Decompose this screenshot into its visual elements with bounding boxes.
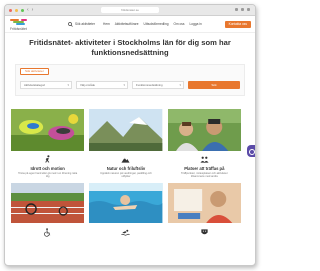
minimize-window-icon[interactable] <box>15 8 18 12</box>
forward-arrow-icon[interactable]: › <box>32 7 34 13</box>
close-window-icon[interactable] <box>9 8 12 12</box>
card-swimming[interactable] <box>89 183 163 237</box>
card-meeting-places[interactable]: Platser att träffas på Träffpunkter, möt… <box>167 109 241 179</box>
header-search-link[interactable]: Sök aktiviteter <box>68 21 96 27</box>
culture-photo <box>167 183 241 223</box>
search-button[interactable]: Sök <box>188 81 240 89</box>
share-icon[interactable] <box>235 8 238 11</box>
site-logo[interactable]: Fritidsnätet <box>10 18 34 31</box>
back-arrow-icon[interactable]: ‹ <box>27 7 29 13</box>
maximize-window-icon[interactable] <box>21 8 24 12</box>
nav-item-providers[interactable]: Aktivitetsutförare <box>115 22 139 26</box>
card-image-track <box>11 183 85 223</box>
swim-photo <box>89 183 163 223</box>
card-desc: Träffpunkter, mötesplatser och aktivitet… <box>180 172 228 179</box>
logo-text: Fritidsnätet <box>10 26 27 31</box>
main-nav: Hem Aktivitetsutförare Utbudsförmedling … <box>103 22 202 26</box>
nav-item-about[interactable]: Om oss <box>174 22 185 26</box>
nav-item-mediation[interactable]: Utbudsförmedling <box>144 22 169 26</box>
card-sport[interactable]: Idrott och motion Träna på egen hand ell… <box>11 109 85 179</box>
card-image-sport <box>11 109 85 151</box>
site-header: Fritidsnätet Sök aktiviteter Hem Aktivit… <box>5 16 255 33</box>
running-person-icon <box>45 155 50 163</box>
area-select[interactable]: Välj område <box>76 81 128 89</box>
card-title: Natur och friluftsliv <box>106 166 146 171</box>
browser-actions <box>235 8 250 11</box>
wheelchair-icon <box>44 228 51 237</box>
contact-button[interactable]: Kontakta oss <box>224 21 251 28</box>
add-tab-icon[interactable] <box>241 8 244 11</box>
nav-item-login[interactable]: Logga in <box>189 22 201 26</box>
activity-search-panel: Sök aktiviteter Aktivitetskategori Välj … <box>15 64 245 96</box>
nav-item-home[interactable]: Hem <box>103 22 110 26</box>
tab-search-activities[interactable]: Sök aktiviteter <box>20 68 49 75</box>
swimmer-icon <box>121 229 131 236</box>
people-group-icon <box>200 156 209 163</box>
browser-toolbar: ‹ › fritidsnatet.se <box>5 5 255 16</box>
nature-photo <box>89 109 163 151</box>
card-image-meeting <box>167 109 241 151</box>
tabs-icon[interactable] <box>247 8 250 11</box>
disability-select[interactable]: Funktionsnedsättning <box>132 81 184 89</box>
card-image-nature <box>89 109 163 151</box>
filter-row: Aktivitetskategori Välj område Funktions… <box>20 81 240 89</box>
card-desc: Träna på egen hand eller gå med i en för… <box>18 172 78 179</box>
meeting-photo <box>167 109 241 151</box>
address-bar[interactable]: fritidsnatet.se <box>101 7 159 13</box>
card-image-swim <box>89 183 163 223</box>
sport-photo <box>11 109 85 151</box>
header-search-label: Sök aktiviteter <box>75 22 96 26</box>
search-icon <box>68 21 73 27</box>
card-desc: Upptäck naturen på vandringar, paddling … <box>100 172 152 179</box>
card-title: Idrott och motion <box>30 166 65 171</box>
mountain-icon <box>121 157 131 163</box>
hero: Fritidsnätet- aktiviteter i Stockholms l… <box>5 33 255 58</box>
card-image-culture <box>167 183 241 223</box>
category-select[interactable]: Aktivitetskategori <box>20 81 72 89</box>
category-cards: Idrott och motion Träna på egen hand ell… <box>11 109 241 237</box>
track-photo <box>11 183 85 223</box>
page-title: Fritidsnätet- aktiviteter i Stockholms l… <box>29 38 231 57</box>
theater-icon <box>201 229 208 235</box>
card-culture[interactable] <box>167 183 241 237</box>
card-title: Platser att träffas på <box>184 166 225 171</box>
card-accessibility[interactable] <box>11 183 85 237</box>
logo-mark-icon <box>10 18 30 26</box>
card-nature[interactable]: Natur och friluftsliv Upptäck naturen på… <box>89 109 163 179</box>
accessibility-tab[interactable] <box>247 145 255 157</box>
